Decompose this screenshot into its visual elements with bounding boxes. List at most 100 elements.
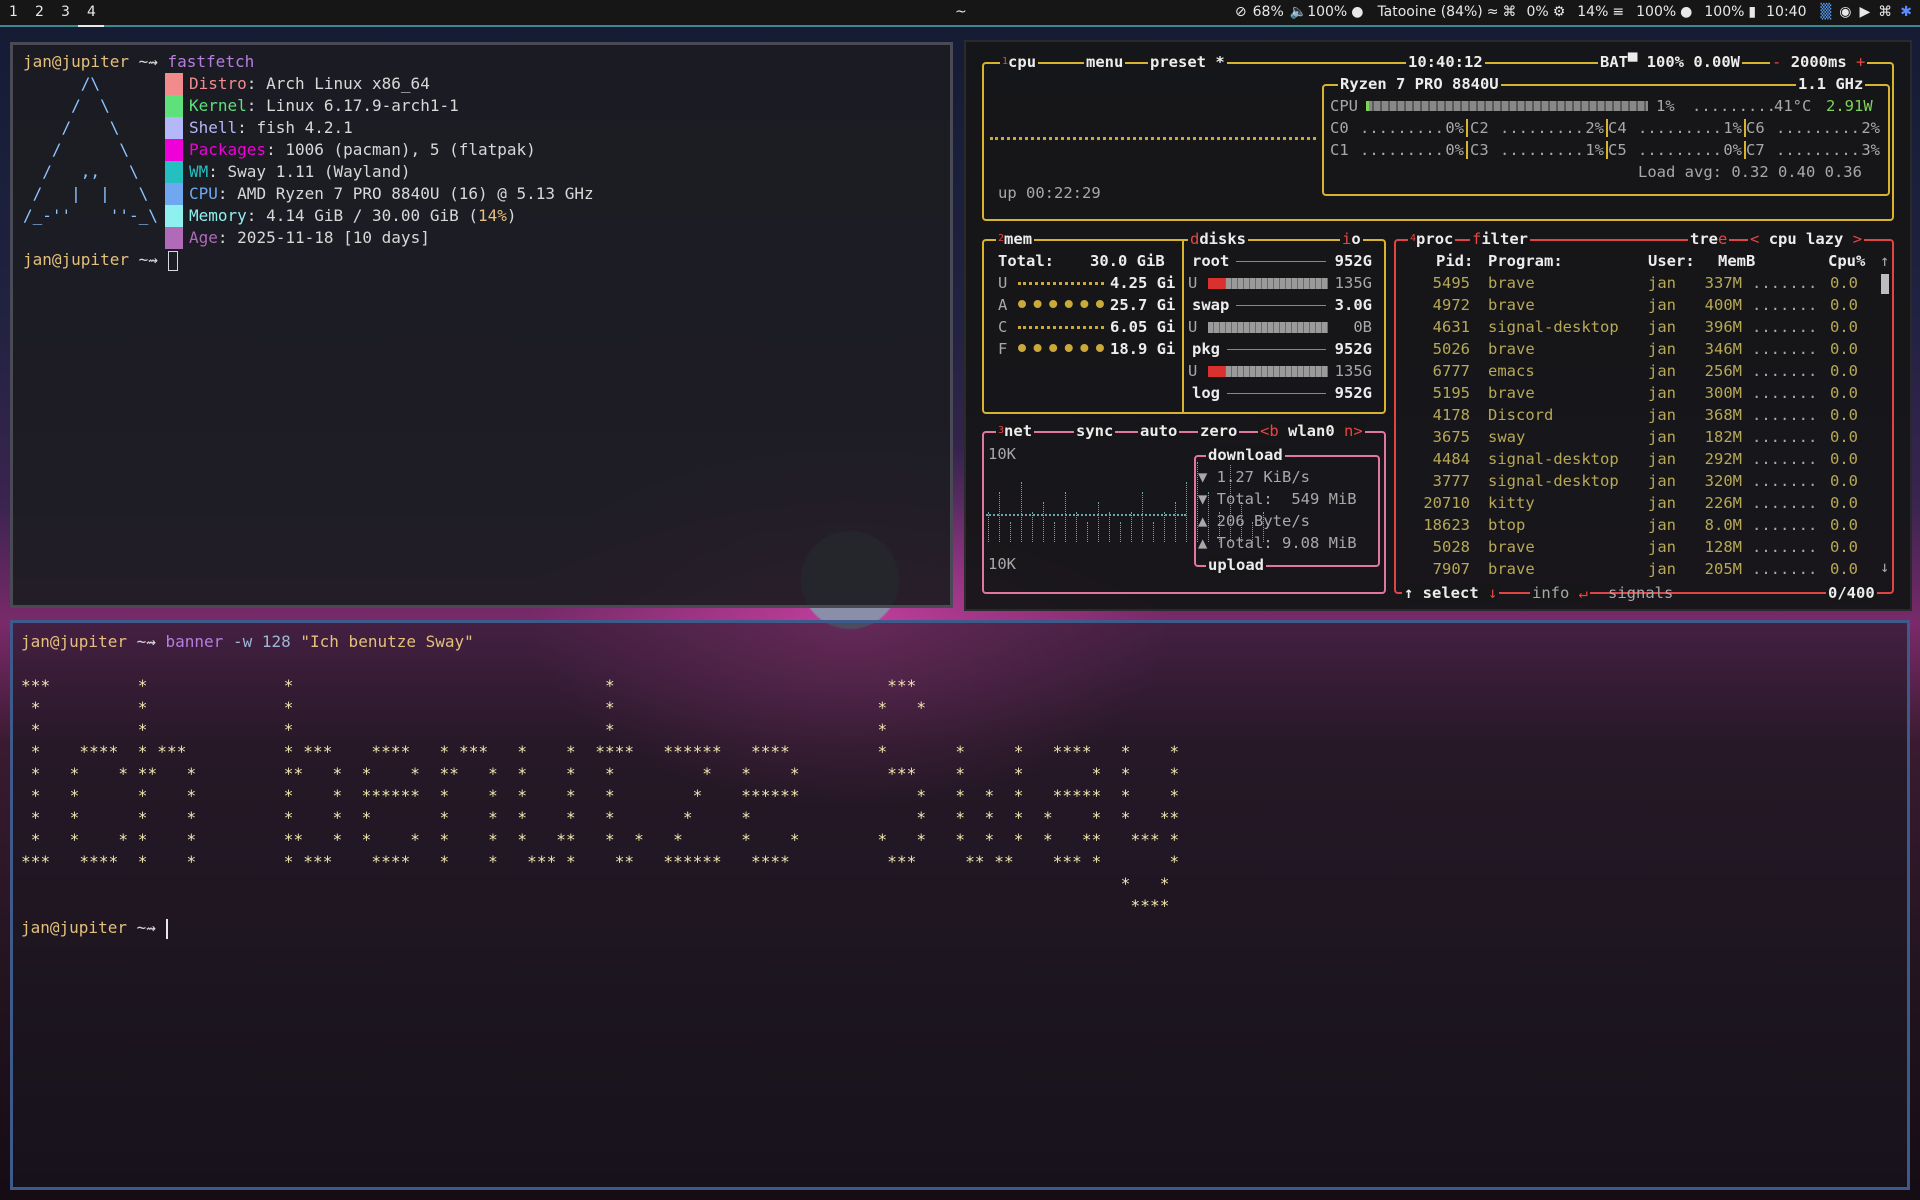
net-graph-column <box>1098 502 1099 542</box>
workspace-1[interactable]: 1 <box>0 4 26 27</box>
prompt-line: jan@jupiter ~⇝ fastfetch <box>23 51 254 73</box>
workspace-3[interactable]: 3 <box>52 4 78 27</box>
workspace-4[interactable]: 4 <box>78 4 104 27</box>
proc-select-control[interactable]: ↑ select ↓ <box>1402 582 1500 604</box>
scroll-up-icon[interactable]: ↑ <box>1880 250 1889 272</box>
speaker-icon[interactable]: 🔈 <box>1290 4 1307 20</box>
interval-minus-button[interactable]: - <box>1772 53 1781 71</box>
proc-signals-control[interactable]: signals <box>1608 582 1673 604</box>
fastfetch-terminal[interactable]: jan@jupiter ~⇝ fastfetch /\ / \ / \ / \ … <box>10 42 953 608</box>
idle-value[interactable]: 68% <box>1253 4 1284 20</box>
prev-iface-button[interactable]: <b <box>1260 422 1279 440</box>
disk-used-label: U <box>1188 362 1198 380</box>
net-iface-selector[interactable]: <b wlan0 n> <box>1258 420 1365 442</box>
discord-icon[interactable]: ◉ <box>1839 4 1851 20</box>
brightness-icon[interactable]: ● <box>1680 4 1692 20</box>
interval-plus-button[interactable]: + <box>1856 53 1865 71</box>
col-memb[interactable]: MemB <box>1718 250 1755 272</box>
proc-tree-toggle[interactable]: tree <box>1688 228 1730 250</box>
microphone-icon[interactable]: ● <box>1351 4 1363 20</box>
eye-slash-icon[interactable]: ⊘ <box>1235 4 1247 20</box>
tidal-icon[interactable]: ▶ <box>1859 4 1870 20</box>
proc-mem: 300M <box>1704 384 1742 402</box>
cpu-value[interactable]: 0% <box>1526 4 1548 20</box>
workspace-2[interactable]: 2 <box>26 4 52 27</box>
volume-value[interactable]: 100% <box>1307 4 1347 20</box>
net-graph-baseline <box>986 514 1186 516</box>
table-row[interactable]: 20710 kitty jan 226M....... 0.0 <box>1406 492 1876 514</box>
prompt-user: jan@jupiter <box>23 52 129 71</box>
interval-value: 2000ms <box>1790 53 1847 71</box>
table-row[interactable]: 6777 emacs jan 256M....... 0.0 <box>1406 360 1876 382</box>
app-tray-icon[interactable]: ✱ <box>1900 4 1912 20</box>
table-row[interactable]: 5028 brave jan 128M....... 0.0 <box>1406 536 1876 558</box>
brightness-value[interactable]: 100% <box>1636 4 1676 20</box>
disk-rule <box>1226 349 1326 350</box>
preset-tab[interactable]: preset * <box>1148 51 1227 73</box>
net-zero-toggle[interactable]: zero <box>1198 420 1240 442</box>
net-graph-column <box>1120 522 1121 542</box>
disk-usage-bar <box>1208 278 1328 289</box>
info-key: Age <box>189 228 218 247</box>
proc-info-control[interactable]: info ↵ <box>1530 582 1591 604</box>
table-row[interactable]: 7907 brave jan 205M....... 0.0 <box>1406 558 1876 580</box>
banner-terminal[interactable]: jan@jupiter ~⇝ banner -w 128 "Ich benutz… <box>10 620 1910 1190</box>
color-swatch <box>165 183 183 205</box>
table-row[interactable]: 5495 brave jan 337M....... 0.0 <box>1406 272 1876 294</box>
network-value[interactable]: Tatooine (84%) <box>1377 4 1482 20</box>
proc-filter[interactable]: filter <box>1470 228 1531 250</box>
bluetooth-tray-icon[interactable]: ⌘ <box>1878 4 1892 20</box>
net-graph-column <box>1032 512 1033 542</box>
table-row[interactable]: 4484 signal-desktop jan 292M....... 0.0 <box>1406 448 1876 470</box>
table-row[interactable]: 5195 brave jan 300M....... 0.0 <box>1406 382 1876 404</box>
proc-user: jan <box>1648 516 1676 534</box>
battery-icon[interactable]: ▮ <box>1748 4 1756 20</box>
memory-icon[interactable]: ≡ <box>1612 4 1624 20</box>
col-user[interactable]: User: <box>1648 250 1695 272</box>
col-pid[interactable]: Pid: <box>1436 250 1473 272</box>
mem-row-label: A <box>998 296 1008 314</box>
core-percent: 0% <box>1445 119 1464 137</box>
table-row[interactable]: 5026 brave jan 346M....... 0.0 <box>1406 338 1876 360</box>
core-name: C7 <box>1746 141 1765 159</box>
cpu-box-header: 1cpu <box>1000 51 1039 73</box>
col-program[interactable]: Program: <box>1488 250 1563 272</box>
disk-name: pkg <box>1192 340 1220 358</box>
cpu-tab[interactable]: cpu <box>1008 53 1036 71</box>
table-row[interactable]: 3675 sway jan 182M....... 0.0 <box>1406 426 1876 448</box>
btop-window[interactable]: 1cpu menu preset * 10:40:12 BAT▀ 100% 0.… <box>964 40 1912 611</box>
table-row[interactable]: 4972 brave jan 400M....... 0.0 <box>1406 294 1876 316</box>
memory-value[interactable]: 14% <box>1577 4 1608 20</box>
wifi-icon[interactable]: ≈ <box>1487 4 1499 20</box>
signal-bars-icon[interactable]: ▒ <box>1820 4 1831 20</box>
table-row[interactable]: 4178 Discord jan 368M....... 0.0 <box>1406 404 1876 426</box>
table-row[interactable]: 4631 signal-desktop jan 396M....... 0.0 <box>1406 316 1876 338</box>
bluetooth-icon[interactable]: ⌘ <box>1502 4 1516 20</box>
iface-name: wlan0 <box>1288 422 1335 440</box>
proc-scrollbar-thumb[interactable] <box>1881 274 1889 294</box>
disks-header[interactable]: ddisks <box>1188 228 1249 250</box>
menu-tab[interactable]: menu <box>1084 51 1126 73</box>
proc-sort-selector[interactable]: < cpu lazy > <box>1748 228 1865 250</box>
next-iface-button[interactable]: n> <box>1344 422 1363 440</box>
clock[interactable]: 10:40 <box>1766 4 1806 20</box>
table-row[interactable]: 18623 btop jan 8.0M....... 0.0 <box>1406 514 1876 536</box>
net-graph-column <box>1186 482 1187 542</box>
disk-used-label: U <box>1188 318 1198 336</box>
scroll-down-icon[interactable]: ↓ <box>1880 556 1889 578</box>
cpu-temperature: 41°C <box>1774 97 1812 115</box>
net-graph-column <box>1175 502 1176 542</box>
mem-box-header: 2mem <box>996 230 1035 248</box>
interval-control: - 2000ms + <box>1770 51 1868 73</box>
io-toggle[interactable]: io <box>1340 228 1363 250</box>
battery-value[interactable]: 100% <box>1704 4 1744 20</box>
net-auto-toggle[interactable]: auto <box>1138 420 1180 442</box>
net-sync-toggle[interactable]: sync <box>1074 420 1116 442</box>
proc-pid: 5026 <box>1432 340 1470 358</box>
info-value-end: ) <box>506 206 517 225</box>
prompt-arrow: ~⇝ <box>138 52 158 71</box>
status-area: ⊘ 68% 🔈 100% ● Tatooine (84%) ≈ ⌘ 0% ⚙ 1… <box>1235 4 1912 20</box>
table-row[interactable]: 3777 signal-desktop jan 320M....... 0.0 <box>1406 470 1876 492</box>
col-cpu[interactable]: Cpu% <box>1828 250 1865 272</box>
cpu-icon[interactable]: ⚙ <box>1553 4 1566 20</box>
